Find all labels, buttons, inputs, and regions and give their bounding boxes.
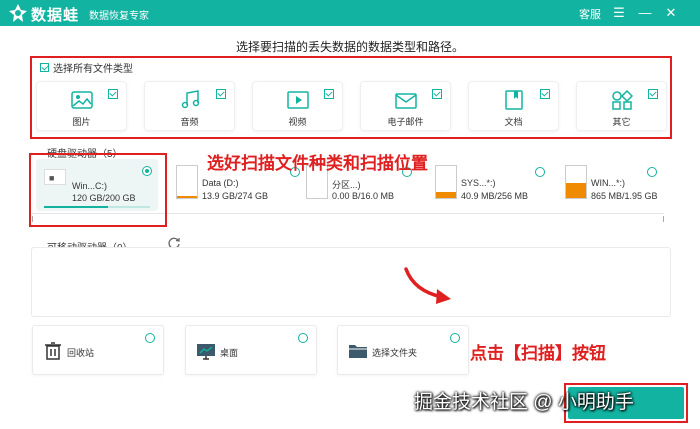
- scroll-left-cap: [32, 216, 36, 222]
- checkbox-icon[interactable]: [40, 63, 49, 72]
- drive-item-sys[interactable]: SYS...*:) 40.9 MB/256 MB: [435, 163, 553, 207]
- drive-radio[interactable]: [647, 167, 657, 177]
- location-radio[interactable]: [450, 333, 460, 343]
- desktop-icon: [197, 344, 215, 360]
- app-name: 数据蛙: [31, 7, 80, 24]
- windows-drive-icon: [44, 169, 66, 185]
- filetype-label: 电子邮件: [387, 117, 424, 127]
- location-label: 桌面: [220, 348, 239, 358]
- app-logo-icon: [9, 4, 27, 22]
- drive-size: 40.9 MB/256 MB: [461, 191, 529, 201]
- video-icon: [286, 91, 309, 109]
- app-subtitle: 数据恢复专家: [89, 11, 149, 22]
- filetype-checkbox[interactable]: [216, 89, 226, 99]
- music-icon: [181, 90, 199, 109]
- folder-icon: [349, 345, 367, 358]
- recycle-bin-icon: [45, 342, 61, 360]
- email-icon: [394, 93, 417, 109]
- annotation-arrow-icon: [404, 267, 451, 304]
- windows-logo-icon: ■: [49, 173, 55, 183]
- filetype-checkbox[interactable]: [108, 89, 118, 99]
- drive-usage-bar: [44, 206, 150, 208]
- image-icon: [70, 91, 93, 109]
- drive-item-win[interactable]: WIN...*:) 865 MB/1.95 GB: [565, 163, 665, 207]
- filetype-card-other[interactable]: 其它: [576, 81, 667, 131]
- drive-size: 13.9 GB/274 GB: [202, 191, 269, 201]
- filetype-label: 文档: [504, 117, 523, 127]
- drive-name: Data (D:): [202, 178, 239, 188]
- filetype-card-document[interactable]: 文档: [468, 81, 559, 131]
- annotation-choose-text: 选好扫描文件种类和扫描位置: [207, 154, 428, 173]
- filetype-label: 其它: [612, 117, 631, 127]
- watermark-text: 掘金技术社区 @ 小明助手: [414, 392, 634, 413]
- filetype-card-image[interactable]: 图片: [36, 81, 127, 131]
- menu-icon[interactable]: ☰: [610, 3, 628, 23]
- minimize-icon[interactable]: —: [636, 3, 654, 23]
- drive-radio[interactable]: [142, 166, 152, 176]
- filetype-checkbox[interactable]: [540, 89, 550, 99]
- drives-scrollbar[interactable]: [32, 213, 664, 223]
- scroll-right-cap: [660, 216, 664, 222]
- drive-size: 0.00 B/16.0 MB: [332, 191, 395, 201]
- drive-name: Win...C:): [72, 181, 107, 191]
- filetype-card-email[interactable]: 电子邮件: [360, 81, 451, 131]
- title-bar: 数据蛙 数据恢复专家 客服 ☰ — ✕: [0, 0, 700, 26]
- drive-icon: [435, 165, 457, 199]
- removable-drives-panel: [31, 247, 671, 317]
- drive-icon: [176, 165, 198, 199]
- location-label: 选择文件夹: [372, 348, 418, 358]
- drive-name: 分区...): [332, 180, 361, 190]
- filetype-checkbox[interactable]: [648, 89, 658, 99]
- drive-size: 865 MB/1.95 GB: [591, 191, 658, 201]
- select-all-label: 选择所有文件类型: [53, 64, 133, 75]
- other-icon: [611, 90, 633, 110]
- drive-size: 120 GB/200 GB: [72, 193, 136, 203]
- location-select-folder[interactable]: 选择文件夹: [337, 325, 469, 375]
- drive-radio[interactable]: [535, 167, 545, 177]
- filetype-label: 视频: [288, 117, 307, 127]
- filetype-label: 音频: [180, 117, 199, 127]
- drive-icon: [565, 165, 587, 199]
- filetype-label: 图片: [72, 117, 91, 127]
- location-radio[interactable]: [298, 333, 308, 343]
- drive-item-c[interactable]: ■ Win...C:) 120 GB/200 GB: [36, 159, 158, 211]
- annotation-click-text: 点击【扫描】按钮: [470, 344, 606, 363]
- location-desktop[interactable]: 桌面: [185, 325, 317, 375]
- location-label: 回收站: [67, 348, 95, 358]
- filetype-checkbox[interactable]: [324, 89, 334, 99]
- location-recycle-bin[interactable]: 回收站: [32, 325, 164, 375]
- document-icon: [504, 90, 523, 110]
- close-icon[interactable]: ✕: [662, 3, 680, 23]
- page-prompt: 选择要扫描的丢失数据的数据类型和路径。: [235, 40, 464, 54]
- filetype-card-audio[interactable]: 音频: [144, 81, 235, 131]
- hard-drives-label: 硬盘驱动器（5）: [47, 149, 123, 160]
- filetype-checkbox[interactable]: [432, 89, 442, 99]
- drive-name: WIN...*:): [591, 178, 625, 188]
- filetype-card-video[interactable]: 视频: [252, 81, 343, 131]
- select-all-checkbox[interactable]: 选择所有文件类型: [40, 60, 133, 75]
- drive-name: SYS...*:): [461, 178, 496, 188]
- support-link[interactable]: 客服: [579, 6, 601, 22]
- location-radio[interactable]: [145, 333, 155, 343]
